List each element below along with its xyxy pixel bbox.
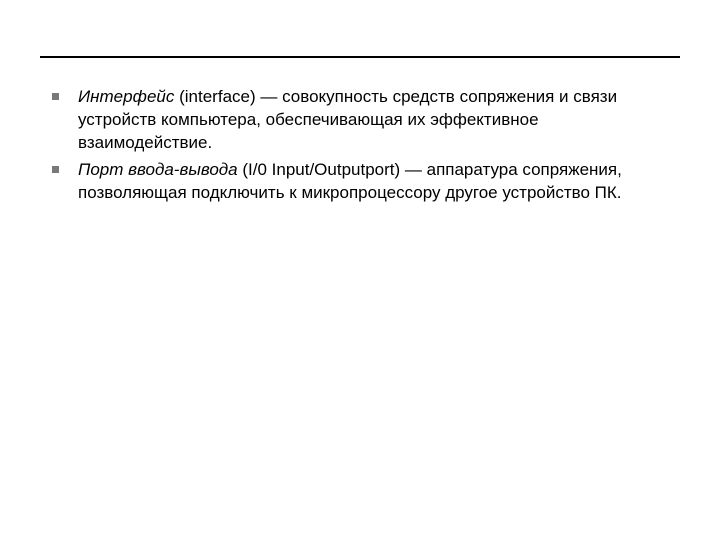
bullet-list: Интерфейс (interface) — совокупность сре… [40,86,680,205]
list-item: Порт ввода-вывода (I/0 Input/Outputport)… [50,159,660,205]
square-bullet-icon [52,93,59,100]
square-bullet-icon [52,166,59,173]
term: Интерфейс [78,87,174,106]
list-item: Интерфейс (interface) — совокупность сре… [50,86,660,155]
horizontal-rule [40,56,680,58]
term: Порт ввода-вывода [78,160,238,179]
slide: Интерфейс (interface) — совокупность сре… [0,0,720,540]
